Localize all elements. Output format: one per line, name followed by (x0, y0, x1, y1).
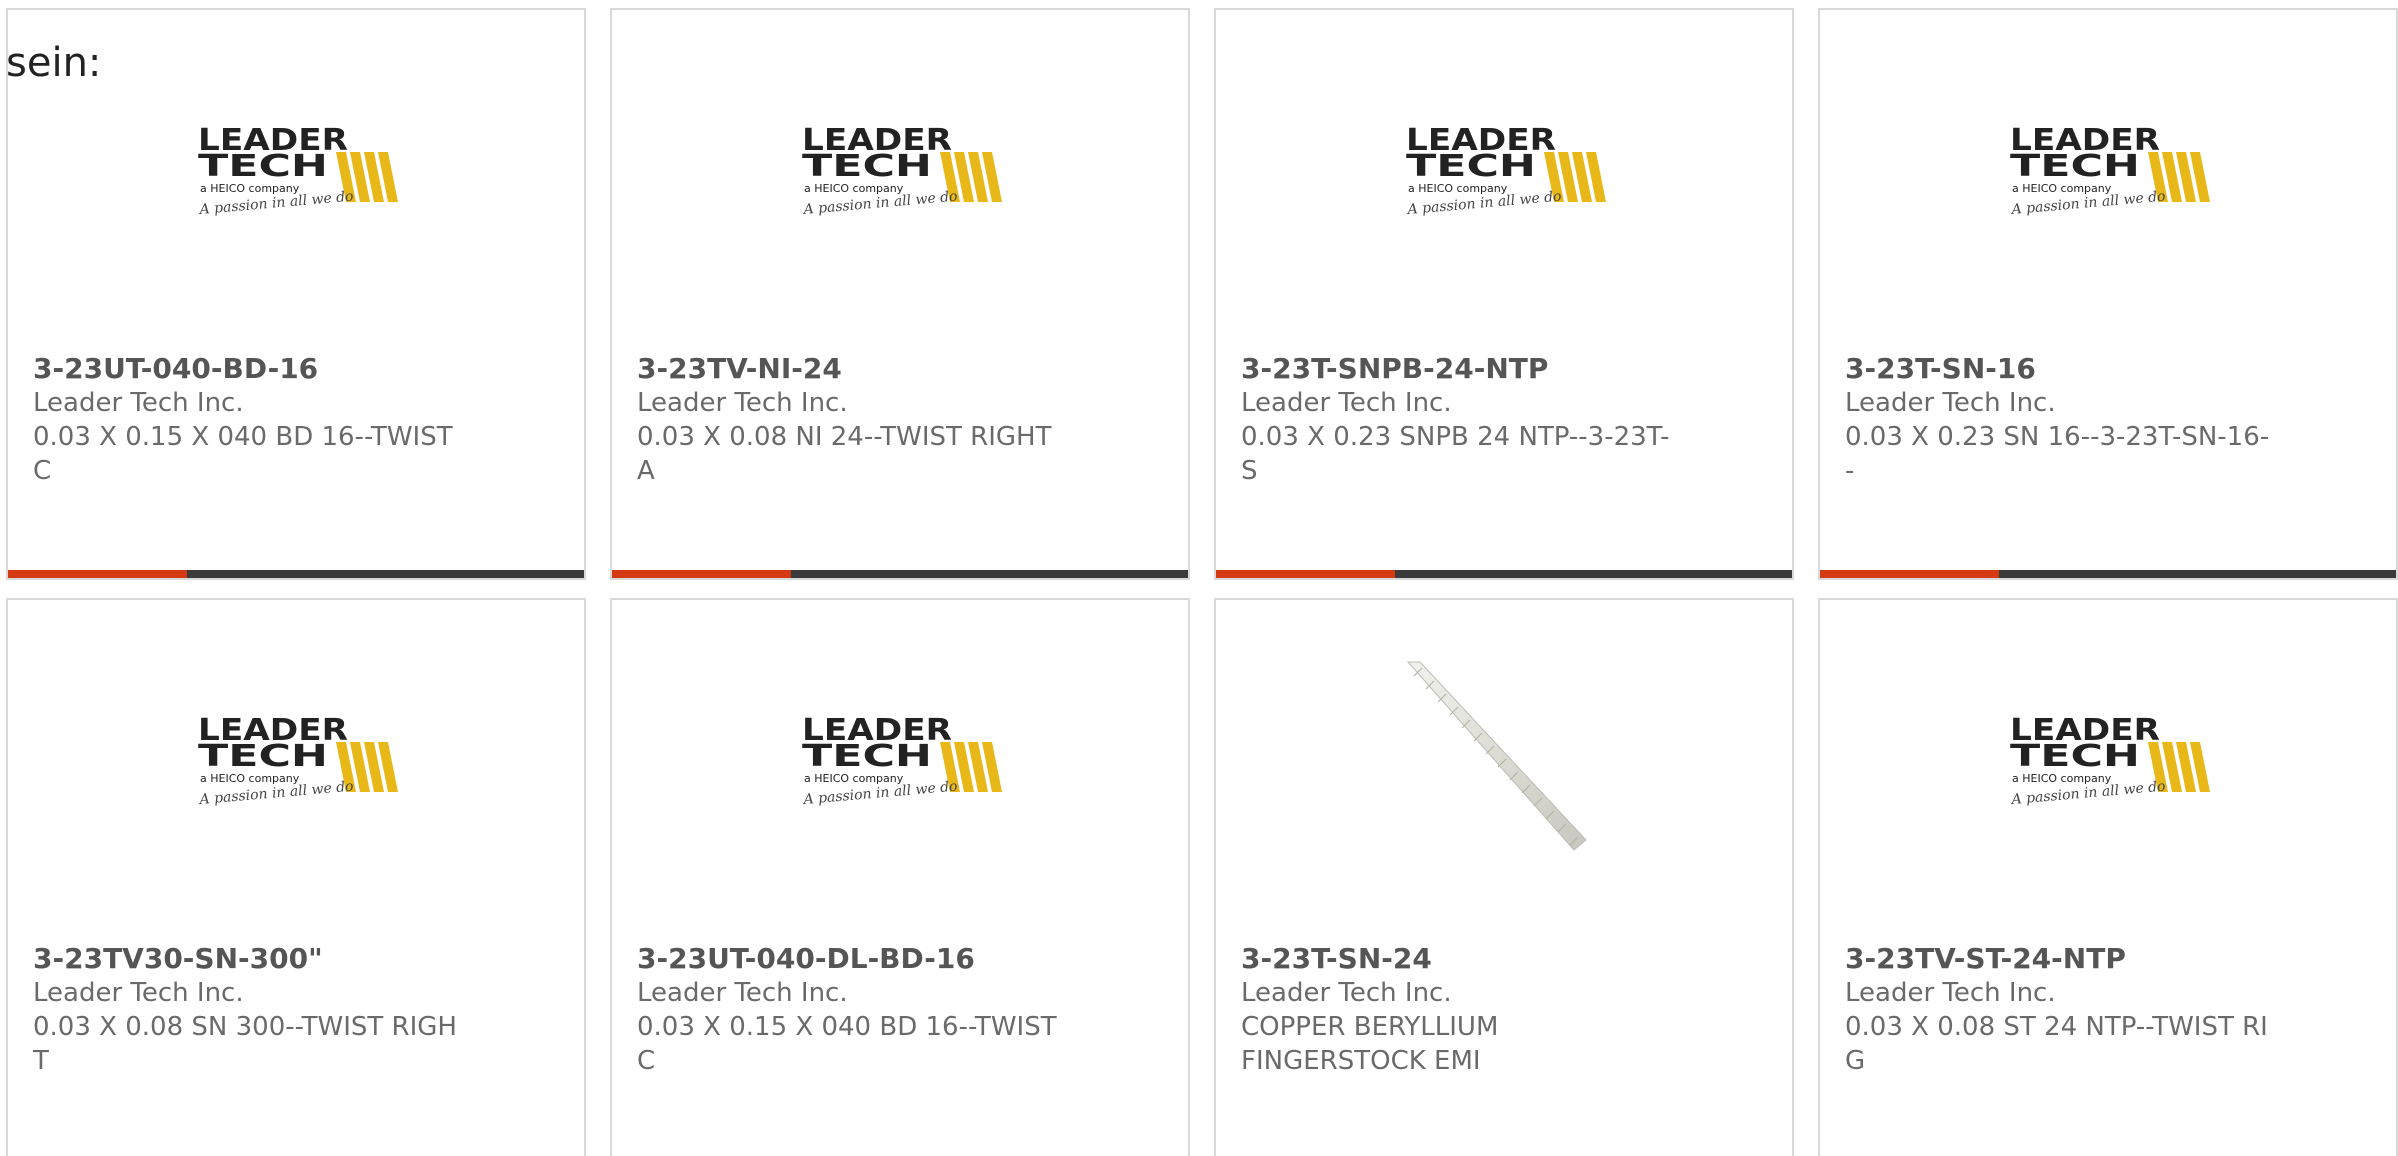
product-info: 3-23UT-040-BD-16 Leader Tech Inc. 0.03 X… (33, 352, 463, 488)
manufacturer: Leader Tech Inc. (1845, 388, 2056, 418)
leader-tech-logo-image: LEADER TECH a HEICO company A passion in… (198, 122, 408, 226)
intro-text: sein: (6, 40, 102, 86)
product-grid-page: sein: LEADER TECH a HEICO company A pass… (0, 0, 2398, 1156)
svg-text:TECH: TECH (2010, 149, 2140, 184)
description: 0.03 X 0.15 X 040 BD 16--TWIST C (637, 1012, 1057, 1076)
leader-tech-logo-image: LEADER TECH a HEICO company A passion in… (198, 712, 408, 816)
description: 0.03 X 0.08 ST 24 NTP--TWIST RIG (1845, 1012, 2268, 1076)
product-card[interactable]: 3-23T-SN-24 Leader Tech Inc. COPPER BERY… (1214, 598, 1794, 1156)
svg-text:TECH: TECH (1406, 149, 1536, 184)
progress-bar (1820, 570, 2396, 578)
description: 0.03 X 0.08 SN 300--TWIST RIGHT (33, 1012, 457, 1076)
logo-line2: TECH (198, 149, 328, 184)
progress-bar-fill (1216, 570, 1395, 578)
svg-text:a HEICO company: a HEICO company (804, 182, 904, 195)
leader-tech-logo-image: LEADER TECH a HEICO company A passion in… (1406, 122, 1616, 226)
part-number[interactable]: 3-23T-SN-24 (1241, 942, 1671, 976)
manufacturer: Leader Tech Inc. (637, 978, 848, 1008)
product-card[interactable]: LEADER TECH a HEICO company A passion in… (1818, 598, 2398, 1156)
product-info: 3-23UT-040-DL-BD-16 Leader Tech Inc. 0.0… (637, 942, 1067, 1078)
description: 0.03 X 0.15 X 040 BD 16--TWIST C (33, 422, 453, 486)
svg-text:TECH: TECH (802, 149, 932, 184)
product-card[interactable]: LEADER TECH a HEICO company A passion in… (6, 598, 586, 1156)
product-card[interactable]: LEADER TECH a HEICO company A passion in… (1214, 8, 1794, 580)
svg-text:a HEICO company: a HEICO company (200, 772, 300, 785)
progress-bar-fill (1820, 570, 1999, 578)
product-info: 3-23TV-ST-24-NTP Leader Tech Inc. 0.03 X… (1845, 942, 2275, 1078)
svg-text:TECH: TECH (2010, 739, 2140, 774)
product-info: 3-23T-SN-16 Leader Tech Inc. 0.03 X 0.23… (1845, 352, 2275, 488)
leader-tech-logo-image: LEADER TECH a HEICO company A passion in… (802, 712, 1012, 816)
svg-text:TECH: TECH (802, 739, 932, 774)
description: 0.03 X 0.08 NI 24--TWIST RIGHT A (637, 422, 1052, 486)
svg-text:a HEICO company: a HEICO company (804, 772, 904, 785)
description: COPPER BERYLLIUM FINGERSTOCK EMI (1241, 1012, 1499, 1076)
product-info: 3-23TV30-SN-300" Leader Tech Inc. 0.03 X… (33, 942, 463, 1078)
svg-text:a HEICO company: a HEICO company (2012, 772, 2112, 785)
manufacturer: Leader Tech Inc. (637, 388, 848, 418)
svg-text:a HEICO company: a HEICO company (2012, 182, 2112, 195)
product-info: 3-23TV-NI-24 Leader Tech Inc. 0.03 X 0.0… (637, 352, 1067, 488)
product-card[interactable]: LEADER TECH a HEICO company A passion in… (6, 8, 586, 580)
part-number[interactable]: 3-23TV-ST-24-NTP (1845, 942, 2275, 976)
svg-text:a HEICO company: a HEICO company (1408, 182, 1508, 195)
leader-tech-logo-image: LEADER TECH a HEICO company A passion in… (2010, 122, 2220, 226)
product-card[interactable]: LEADER TECH a HEICO company A passion in… (1818, 8, 2398, 580)
progress-bar-fill (612, 570, 791, 578)
progress-bar (1216, 570, 1792, 578)
progress-bar-fill (8, 570, 187, 578)
description: 0.03 X 0.23 SNPB 24 NTP--3-23T-S (1241, 422, 1670, 486)
progress-bar (612, 570, 1188, 578)
part-number[interactable]: 3-23T-SNPB-24-NTP (1241, 352, 1671, 386)
description: 0.03 X 0.23 SN 16--3-23T-SN-16-- (1845, 422, 2270, 486)
logo-line3: a HEICO company (200, 182, 300, 195)
progress-bar (8, 570, 584, 578)
part-number[interactable]: 3-23T-SN-16 (1845, 352, 2275, 386)
manufacturer: Leader Tech Inc. (33, 978, 244, 1008)
product-info: 3-23T-SN-24 Leader Tech Inc. COPPER BERY… (1241, 942, 1671, 1078)
manufacturer: Leader Tech Inc. (1845, 978, 2056, 1008)
manufacturer: Leader Tech Inc. (1241, 388, 1452, 418)
part-number[interactable]: 3-23UT-040-DL-BD-16 (637, 942, 1067, 976)
svg-text:TECH: TECH (198, 739, 328, 774)
product-card[interactable]: LEADER TECH a HEICO company A passion in… (610, 598, 1190, 1156)
manufacturer: Leader Tech Inc. (1241, 978, 1452, 1008)
product-card[interactable]: LEADER TECH a HEICO company A passion in… (610, 8, 1190, 580)
part-number[interactable]: 3-23TV-NI-24 (637, 352, 1067, 386)
part-number[interactable]: 3-23UT-040-BD-16 (33, 352, 463, 386)
manufacturer: Leader Tech Inc. (33, 388, 244, 418)
part-number[interactable]: 3-23TV30-SN-300" (33, 942, 463, 976)
fingerstock-product-photo (1406, 660, 1606, 870)
product-info: 3-23T-SNPB-24-NTP Leader Tech Inc. 0.03 … (1241, 352, 1671, 488)
leader-tech-logo-image: LEADER TECH a HEICO company A passion in… (802, 122, 1012, 226)
leader-tech-logo-image: LEADER TECH a HEICO company A passion in… (2010, 712, 2220, 816)
